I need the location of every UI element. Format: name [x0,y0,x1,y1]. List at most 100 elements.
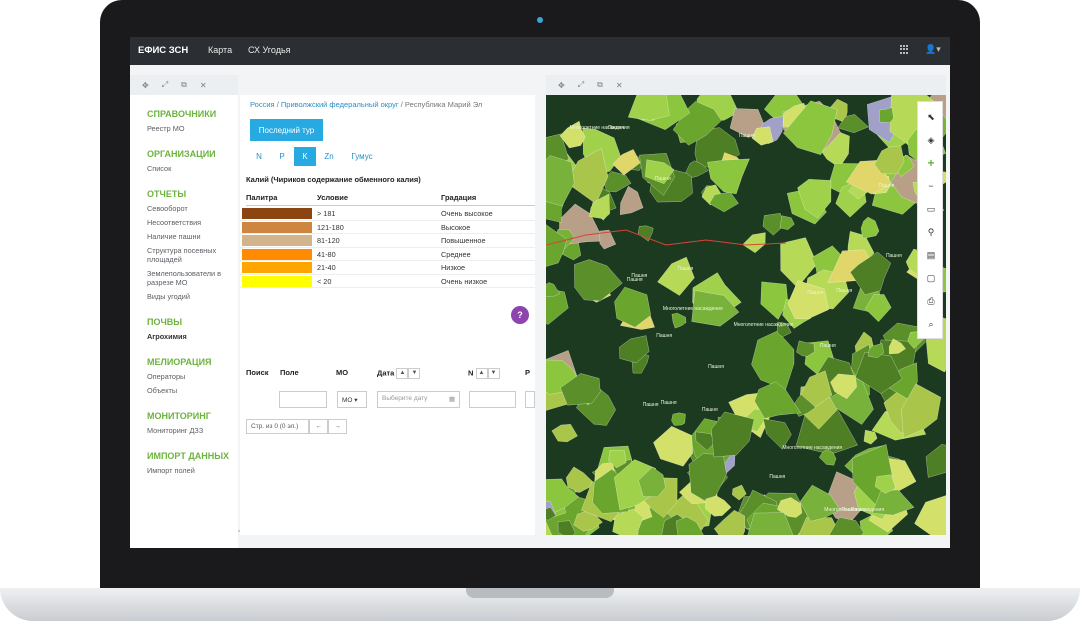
user-menu-icon[interactable]: 👤▾ [925,44,941,55]
map-parcel[interactable] [653,426,693,467]
sort-up-icon[interactable]: ▲ [475,368,488,379]
map-parcel[interactable] [671,312,687,329]
last-tour-button[interactable]: Последний тур [250,119,323,141]
print-icon[interactable]: ⎙ [918,292,944,310]
legend-gradation: Низкое [441,263,466,272]
folder-icon[interactable]: ▢ [918,269,944,287]
map-label: Многолетние насаждения [782,444,843,451]
search-icon[interactable]: ⌕ [918,315,944,333]
p-filter-input[interactable] [525,391,535,408]
tab-p[interactable]: P [270,147,294,166]
pager-prev-button[interactable]: ← [309,419,328,434]
legend-condition: > 181 [317,209,336,218]
breadcrumb-republic: Республика Марий Эл [404,100,483,109]
map-canvas[interactable] [546,95,946,535]
sidebar-item[interactable]: Севооборот [147,204,238,213]
legend-condition: 41-80 [317,249,336,259]
expand-icon[interactable]: ⤢ [162,80,168,90]
map-parcel[interactable] [860,216,880,239]
sidebar-item[interactable]: Операторы [147,372,238,381]
brand-title[interactable]: ЕФИС ЗСН [138,45,188,56]
layers-icon[interactable]: ◈ [918,131,944,149]
map-view[interactable]: Пашня Пашня Пашня Пашня Пашня Пашня Пашня Пашня… [546,95,946,535]
filter-field-label: Поле [280,368,299,377]
sort-down-icon[interactable]: ▼ [408,368,421,379]
map-parcel[interactable] [779,215,795,231]
sidebar-item[interactable]: Мониторинг ДЗЗ [147,426,238,435]
measure-icon[interactable]: ▤ [918,246,944,264]
map-label: Пашня [677,266,694,273]
sidebar-item[interactable]: Агрохимия [147,332,238,341]
filter-p-label: P [525,368,531,377]
map-label: Пашня [819,343,836,350]
legend-row: 121-180 Высокое [240,221,535,234]
screen: ЕФИС ЗСН Карта СХ Угодья 👤▾ ✥ ⤢ ⧉ ✕ ✥ ⤢ … [130,37,950,548]
breadcrumb: Россия / Приволжский федеральный округ /… [250,100,483,109]
sidebar-item[interactable]: Несоответствия [147,218,238,227]
apps-grid-icon[interactable] [900,45,909,54]
nav-link-map[interactable]: Карта [208,45,232,55]
map-parcel[interactable] [863,429,878,445]
sidebar-item[interactable]: Объекты [147,386,238,395]
sidebar-item[interactable]: Список [147,164,238,173]
expand-icon[interactable]: ⤢ [578,80,584,90]
close-icon[interactable]: ✕ [616,81,623,90]
sidebar-item[interactable]: Наличие пашни [147,232,238,241]
legend-swatch [242,235,312,246]
map-label: Пашня [708,364,724,371]
map-parcel[interactable] [751,330,795,390]
map-parcel[interactable] [657,256,695,296]
sidebar-item[interactable]: Виды угодий [147,292,238,301]
map-parcel[interactable] [574,259,623,302]
sidebar-item[interactable]: Землепользователи в разрезе МО [147,269,238,287]
ruler-icon[interactable]: ▭ [918,200,944,218]
date-filter-input[interactable]: Выберите дату ▦ [377,391,460,408]
map-label: Многолетние насаждения [569,124,630,131]
breadcrumb-russia[interactable]: Россия [250,100,275,109]
legend-gradation: Очень высокое [441,209,493,218]
pin-icon[interactable]: ⚲ [918,223,944,241]
mo-dropdown[interactable]: МО ▾ [337,391,367,408]
popout-icon[interactable]: ⧉ [181,80,187,90]
close-icon[interactable]: ✕ [200,81,207,90]
pager-next-button[interactable]: → [328,419,347,434]
help-button[interactable]: ? [511,306,529,324]
map-parcel[interactable] [671,412,686,426]
tab-k[interactable]: K [294,147,316,166]
map-parcel[interactable] [914,495,947,535]
map-parcel[interactable] [879,107,894,123]
sort-down-icon[interactable]: ▼ [487,368,500,379]
map-parcel[interactable] [754,381,802,419]
legend-swatch [242,248,312,260]
tab-гумус[interactable]: Гумус [342,147,382,166]
legend-row: < 20 Очень низкое [240,275,535,288]
tab-n[interactable]: N [248,147,270,166]
map-parcel[interactable] [619,185,644,216]
map-parcel[interactable] [551,423,578,443]
zoom-in-icon[interactable]: + [918,154,944,172]
map-parcel[interactable] [546,282,560,297]
nav-link-farmland[interactable]: СХ Угодья [248,45,291,55]
map-toolbar: ⬉ ◈ + − ▭ ⚲ ▤ ▢ ⎙ ⌕ [917,101,943,339]
map-parcel[interactable] [546,155,575,207]
sidebar-item[interactable]: Импорт полей [147,466,238,475]
legend-row: 81-120 Повышенное [240,234,535,248]
field-filter-input[interactable] [279,391,327,408]
tab-zn[interactable]: Zn [316,147,342,166]
move-icon[interactable]: ✥ [142,81,149,90]
map-parcel[interactable] [711,411,755,458]
popout-icon[interactable]: ⧉ [597,80,603,90]
map-parcel[interactable] [627,95,670,121]
select-icon[interactable]: ⬉ [918,108,944,126]
sort-up-icon[interactable]: ▲ [396,368,409,379]
calendar-icon[interactable]: ▦ [449,395,455,403]
n-filter-input[interactable] [469,391,516,408]
legend-condition: 121-180 [317,222,344,232]
sidebar-item[interactable]: Структура посевных площадей [147,246,238,264]
sidebar-item[interactable]: Реестр МО [147,124,238,133]
zoom-out-icon[interactable]: − [918,177,944,195]
map-parcel[interactable] [742,232,766,254]
move-icon[interactable]: ✥ [558,81,565,90]
breadcrumb-district[interactable]: Приволжский федеральный округ [281,100,399,109]
map-parcel[interactable] [925,444,946,478]
